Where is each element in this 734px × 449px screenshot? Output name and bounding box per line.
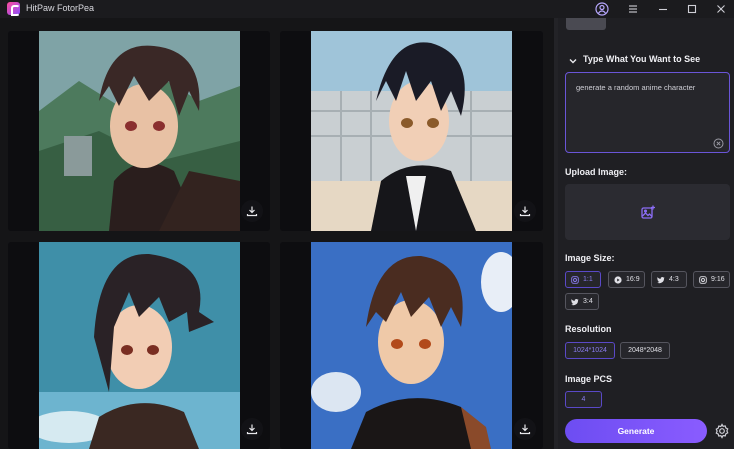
download-button[interactable]: [241, 418, 263, 440]
anime-boy-mountains-image: [39, 31, 240, 231]
pcs-title: Image PCS: [565, 374, 613, 384]
download-button[interactable]: [241, 200, 263, 222]
app-title: HitPaw FotorPea: [26, 3, 95, 13]
prompt-input[interactable]: generate a random anime character: [565, 72, 730, 153]
gallery-image[interactable]: [280, 242, 543, 449]
generate-button[interactable]: Generate: [565, 419, 707, 443]
image-gallery: [0, 18, 556, 449]
size-option-1-1[interactable]: 1:1: [565, 271, 601, 288]
size-title: Image Size:: [565, 253, 615, 263]
gallery-image[interactable]: [280, 31, 543, 231]
twitter-icon: [571, 298, 579, 306]
maximize-icon[interactable]: [684, 1, 700, 17]
anime-boy-clouds-image: [311, 242, 512, 449]
size-option-9-16[interactable]: 9:16: [693, 271, 730, 288]
download-icon: [519, 424, 531, 435]
upload-image-dropzone[interactable]: [565, 184, 730, 240]
title-bar: HitPaw FotorPea: [0, 0, 734, 18]
image-upload-icon: [640, 205, 655, 219]
youtube-icon: [614, 275, 622, 284]
resolution-title: Resolution: [565, 324, 612, 334]
instagram-icon: [699, 275, 707, 284]
settings-panel: Type What You Want to See generate a ran…: [558, 18, 734, 449]
menu-icon[interactable]: [625, 1, 641, 17]
download-button[interactable]: [514, 200, 536, 222]
size-option-4-3[interactable]: 4:3: [651, 271, 687, 288]
account-icon[interactable]: [594, 1, 610, 17]
gear-icon[interactable]: [714, 423, 730, 439]
app-logo-icon: [7, 2, 20, 16]
gallery-image[interactable]: [8, 31, 270, 231]
gallery-image[interactable]: [8, 242, 270, 449]
resolution-option-1024[interactable]: 1024*1024: [565, 342, 615, 359]
prompt-text: generate a random anime character: [576, 83, 696, 92]
twitter-icon: [657, 276, 665, 284]
prompt-section-title: Type What You Want to See: [583, 54, 701, 64]
download-icon: [519, 206, 531, 217]
clear-icon[interactable]: [713, 136, 724, 149]
anime-girl-sky-image: [39, 242, 240, 449]
reference-thumbnail[interactable]: [566, 18, 606, 30]
minimize-icon[interactable]: [655, 1, 671, 17]
size-option-16-9[interactable]: 16:9: [608, 271, 645, 288]
upload-title: Upload Image:: [565, 167, 628, 177]
download-icon: [246, 424, 258, 435]
chevron-down-icon[interactable]: [567, 54, 579, 66]
download-button[interactable]: [514, 418, 536, 440]
size-option-3-4[interactable]: 3:4: [565, 293, 599, 310]
download-icon: [246, 206, 258, 217]
close-icon[interactable]: [713, 1, 729, 17]
resolution-option-2048[interactable]: 2048*2048: [620, 342, 670, 359]
anime-boy-rooftop-image: [311, 31, 512, 231]
pcs-input[interactable]: 4: [565, 391, 602, 408]
instagram-icon: [571, 275, 579, 284]
